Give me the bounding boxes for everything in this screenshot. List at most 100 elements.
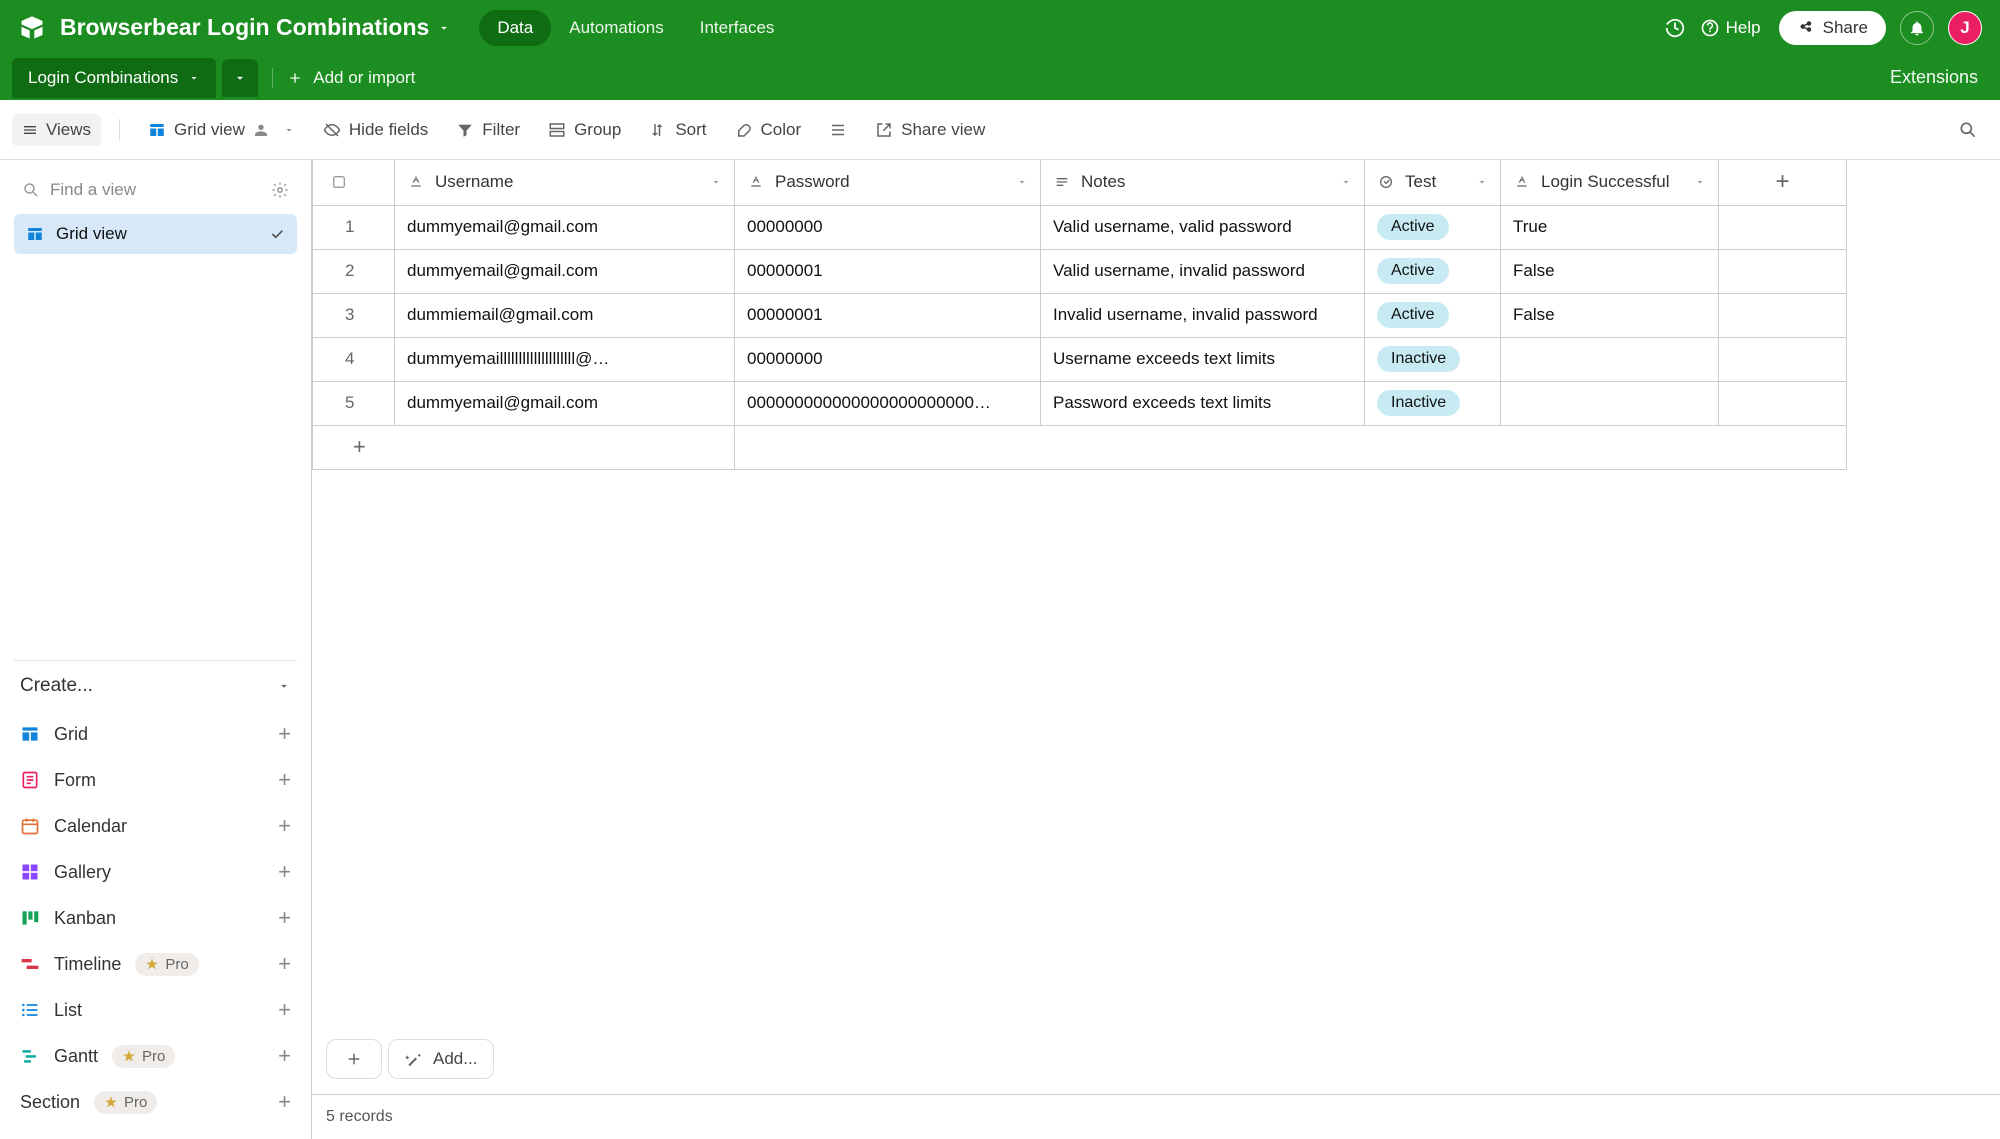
view-switcher[interactable]: Grid view bbox=[138, 114, 305, 146]
find-view-input[interactable]: Find a view bbox=[14, 174, 297, 206]
add-or-import-button[interactable]: Add or import bbox=[287, 68, 415, 88]
create-form[interactable]: Form+ bbox=[14, 757, 297, 803]
group-label: Group bbox=[574, 120, 621, 140]
tables-dropdown[interactable] bbox=[222, 59, 258, 97]
chevron-down-icon[interactable] bbox=[1694, 176, 1706, 188]
create-timeline[interactable]: TimelinePro+ bbox=[14, 941, 297, 987]
cell-username[interactable]: dummyemail@gmail.com bbox=[395, 381, 735, 425]
footer-add-menu[interactable]: Add... bbox=[388, 1039, 494, 1079]
hide-fields-button[interactable]: Hide fields bbox=[313, 114, 438, 146]
table-row[interactable]: 3 dummiemail@gmail.com 00000001 Invalid … bbox=[313, 293, 1847, 337]
cell-username[interactable]: dummiemail@gmail.com bbox=[395, 293, 735, 337]
select-all-checkbox[interactable] bbox=[313, 160, 395, 205]
cell-notes[interactable]: Username exceeds text limits bbox=[1041, 337, 1365, 381]
plus-icon: + bbox=[278, 859, 291, 885]
grid-footer: 5 records bbox=[312, 1094, 2000, 1139]
filter-button[interactable]: Filter bbox=[446, 114, 530, 146]
create-kanban[interactable]: Kanban+ bbox=[14, 895, 297, 941]
cell-notes[interactable]: Password exceeds text limits bbox=[1041, 381, 1365, 425]
tab-interfaces[interactable]: Interfaces bbox=[682, 10, 793, 46]
cell-test[interactable]: Active bbox=[1365, 249, 1501, 293]
longtext-icon bbox=[1053, 173, 1071, 191]
share-button[interactable]: Share bbox=[1779, 11, 1886, 45]
cell-login-successful[interactable] bbox=[1501, 381, 1719, 425]
column-header-test[interactable]: Test bbox=[1365, 160, 1501, 205]
chevron-down-icon[interactable] bbox=[1016, 176, 1028, 188]
divider bbox=[272, 68, 273, 88]
pro-badge: Pro bbox=[94, 1091, 157, 1114]
row-number: 2 bbox=[313, 249, 395, 293]
chevron-down-icon[interactable] bbox=[437, 21, 451, 35]
cell-notes[interactable]: Valid username, valid password bbox=[1041, 205, 1365, 249]
help-button[interactable]: Help bbox=[1700, 18, 1761, 38]
table-row[interactable]: 4 dummyemaillllllllllllllllllll@… 000000… bbox=[313, 337, 1847, 381]
create-gantt[interactable]: GanttPro+ bbox=[14, 1033, 297, 1079]
cell-username[interactable]: dummyemail@gmail.com bbox=[395, 205, 735, 249]
base-title[interactable]: Browserbear Login Combinations bbox=[60, 14, 429, 41]
cell-password[interactable]: 00000000 bbox=[735, 205, 1041, 249]
row-height-button[interactable] bbox=[819, 115, 857, 145]
tab-automations[interactable]: Automations bbox=[551, 10, 682, 46]
chevron-down-icon[interactable] bbox=[710, 176, 722, 188]
hide-fields-label: Hide fields bbox=[349, 120, 428, 140]
share-view-button[interactable]: Share view bbox=[865, 114, 995, 146]
cell-notes[interactable]: Valid username, invalid password bbox=[1041, 249, 1365, 293]
create-calendar[interactable]: Calendar+ bbox=[14, 803, 297, 849]
airtable-logo-icon[interactable] bbox=[18, 14, 46, 42]
cell-login-successful[interactable]: False bbox=[1501, 249, 1719, 293]
column-header-login-successful[interactable]: Login Successful bbox=[1501, 160, 1719, 205]
notifications-button[interactable] bbox=[1900, 11, 1934, 45]
create-grid[interactable]: Grid+ bbox=[14, 711, 297, 757]
color-button[interactable]: Color bbox=[725, 114, 812, 146]
cell-test[interactable]: Active bbox=[1365, 205, 1501, 249]
search-button[interactable] bbox=[1948, 114, 1988, 146]
create-view-header[interactable]: Create... bbox=[14, 660, 297, 711]
plus-icon: + bbox=[278, 721, 291, 747]
cell-login-successful[interactable]: False bbox=[1501, 293, 1719, 337]
footer-add-button[interactable] bbox=[326, 1039, 382, 1079]
create-gallery[interactable]: Gallery+ bbox=[14, 849, 297, 895]
plus-icon: + bbox=[278, 997, 291, 1023]
chevron-down-icon[interactable] bbox=[1476, 176, 1488, 188]
tab-data[interactable]: Data bbox=[479, 10, 551, 46]
create-section[interactable]: SectionPro+ bbox=[14, 1079, 297, 1125]
views-button[interactable]: Views bbox=[12, 114, 101, 146]
grid-area: Username Password Notes Test Login Succe… bbox=[312, 160, 2000, 1139]
cell-login-successful[interactable] bbox=[1501, 337, 1719, 381]
column-header-notes[interactable]: Notes bbox=[1041, 160, 1365, 205]
cell-test[interactable]: Inactive bbox=[1365, 381, 1501, 425]
add-row-button[interactable]: + bbox=[313, 425, 735, 469]
help-label: Help bbox=[1726, 18, 1761, 38]
cell-password[interactable]: 00000001 bbox=[735, 249, 1041, 293]
column-header-username[interactable]: Username bbox=[395, 160, 735, 205]
view-type-label: Calendar bbox=[54, 816, 127, 837]
table-row[interactable]: 1 dummyemail@gmail.com 00000000 Valid us… bbox=[313, 205, 1847, 249]
cell-password[interactable]: 00000000 bbox=[735, 337, 1041, 381]
plus-icon: + bbox=[278, 951, 291, 977]
table-row[interactable]: 5 dummyemail@gmail.com 00000000000000000… bbox=[313, 381, 1847, 425]
cell-username[interactable]: dummyemaillllllllllllllllllll@… bbox=[395, 337, 735, 381]
extensions-button[interactable]: Extensions bbox=[1890, 67, 1988, 88]
view-toolbar: Views Grid view Hide fields Filter Group… bbox=[0, 100, 2000, 160]
cell-test[interactable]: Active bbox=[1365, 293, 1501, 337]
cell-password[interactable]: 000000000000000000000000… bbox=[735, 381, 1041, 425]
group-button[interactable]: Group bbox=[538, 114, 631, 146]
table-row[interactable]: 2 dummyemail@gmail.com 00000001 Valid us… bbox=[313, 249, 1847, 293]
sort-button[interactable]: Sort bbox=[639, 114, 716, 146]
cell-notes[interactable]: Invalid username, invalid password bbox=[1041, 293, 1365, 337]
chevron-down-icon[interactable] bbox=[1340, 176, 1352, 188]
cell-username[interactable]: dummyemail@gmail.com bbox=[395, 249, 735, 293]
avatar[interactable]: J bbox=[1948, 11, 1982, 45]
column-header-password[interactable]: Password bbox=[735, 160, 1041, 205]
view-item-grid-view[interactable]: Grid view bbox=[14, 214, 297, 254]
create-list[interactable]: List+ bbox=[14, 987, 297, 1033]
status-badge: Inactive bbox=[1377, 346, 1460, 372]
history-icon[interactable] bbox=[1664, 17, 1686, 39]
settings-icon[interactable] bbox=[271, 181, 289, 199]
add-column-button[interactable]: + bbox=[1719, 160, 1847, 205]
text-icon bbox=[407, 173, 425, 191]
table-tab-login-combinations[interactable]: Login Combinations bbox=[12, 58, 216, 98]
cell-login-successful[interactable]: True bbox=[1501, 205, 1719, 249]
cell-test[interactable]: Inactive bbox=[1365, 337, 1501, 381]
cell-password[interactable]: 00000001 bbox=[735, 293, 1041, 337]
